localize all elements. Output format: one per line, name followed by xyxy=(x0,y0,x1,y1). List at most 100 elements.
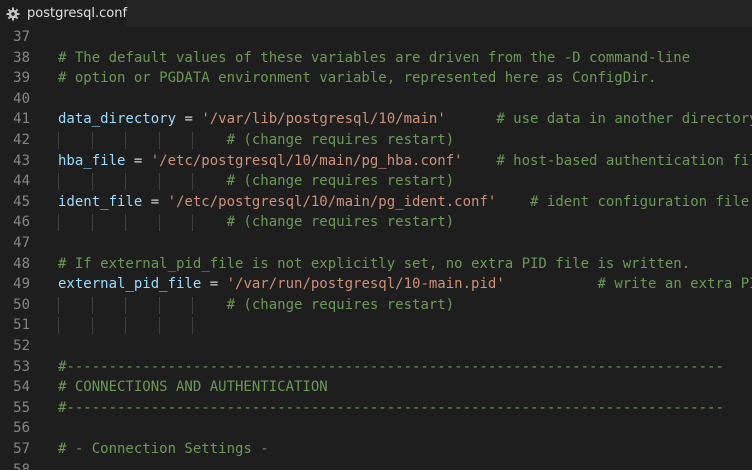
token-str: '/var/lib/postgresql/10/main' xyxy=(201,111,446,128)
code-line[interactable]: 45 ident_file = '/etc/postgresql/10/main/… xyxy=(0,192,752,213)
line-number: 37 xyxy=(13,29,30,45)
code-line[interactable]: 38 # The default values of these variable… xyxy=(0,48,752,69)
token-op: = xyxy=(142,193,168,210)
line-number: 43 xyxy=(13,152,30,169)
line-number: 50 xyxy=(13,296,30,313)
code-line[interactable]: 47 xyxy=(0,233,752,254)
token-op: = xyxy=(201,276,227,293)
code-line[interactable]: 39 # option or PGDATA environment variabl… xyxy=(0,68,752,89)
line-number: 57 xyxy=(13,441,30,457)
token-comment: # CONNECTIONS AND AUTHENTICATION xyxy=(58,379,328,396)
code-text: # option or PGDATA environment variable,… xyxy=(58,68,656,89)
code-line[interactable]: 44 # (change requires restart) xyxy=(0,171,752,192)
token-comment: # option or PGDATA environment variable,… xyxy=(58,70,657,87)
code-text: data_directory = '/var/lib/postgresql/10… xyxy=(58,109,752,130)
line-number: 56 xyxy=(13,420,30,437)
token-key: external_pid_file xyxy=(58,276,202,293)
token-str: '/etc/postgresql/10/main/pg_ident.conf' xyxy=(167,193,497,210)
code-line[interactable]: 57 # - Connection Settings - xyxy=(0,439,752,460)
line-number: 58 xyxy=(13,461,30,470)
line-number: 41 xyxy=(13,111,30,128)
token-str: '/var/run/postgresql/10-main.pid' xyxy=(226,276,505,293)
line-number: 39 xyxy=(13,70,30,87)
token-comment: # (change requires restart) xyxy=(226,214,455,231)
code-line[interactable]: 43 hba_file = '/etc/postgresql/10/main/pg… xyxy=(0,151,752,172)
token-comment: # write an extra PID file xyxy=(597,276,752,293)
token-comment: # The default values of these variables … xyxy=(58,49,691,66)
token-comment: # - Connection Settings - xyxy=(58,441,269,457)
token-key: hba_file xyxy=(58,152,126,169)
token-comment: # use data in another directory xyxy=(496,111,752,128)
code-text: # (change requires restart) xyxy=(58,295,455,316)
line-number: 44 xyxy=(13,173,30,190)
indent-guide xyxy=(92,317,93,335)
token-key: ident_file xyxy=(58,193,143,210)
line-number: 38 xyxy=(13,49,30,66)
line-number: 47 xyxy=(13,235,30,251)
token-comment: # ident configuration file xyxy=(530,193,750,210)
token-comment: # (change requires restart) xyxy=(226,296,455,313)
token-comment: # (change requires restart) xyxy=(226,173,455,190)
line-number: 52 xyxy=(13,338,30,354)
code-editor[interactable]: 37 38 # The default values of these variab… xyxy=(0,27,752,470)
line-number: 42 xyxy=(13,132,30,148)
token-comment: # host-based authentication file xyxy=(496,152,752,169)
code-line[interactable]: 42 # (change requires restart) xyxy=(0,130,752,151)
code-line[interactable]: 52 xyxy=(0,336,752,357)
line-number: 48 xyxy=(13,255,30,272)
token-key: data_directory xyxy=(58,111,177,128)
line-number: 46 xyxy=(13,214,30,231)
code-text: hba_file = '/etc/postgresql/10/main/pg_h… xyxy=(58,151,752,172)
indent-guide xyxy=(58,317,59,335)
tab-postgresql-conf[interactable]: postgresql.conf xyxy=(0,0,128,27)
code-line[interactable]: 56 xyxy=(0,418,752,439)
indent-guide xyxy=(159,317,160,335)
token-op: = xyxy=(125,152,151,169)
code-text: # The default values of these variables … xyxy=(58,48,690,69)
code-text: # - Connection Settings - xyxy=(58,439,269,460)
code-line[interactable]: 40 xyxy=(0,89,752,110)
token-str: '/etc/postgresql/10/main/pg_hba.conf' xyxy=(150,152,463,169)
token-comment: # (change requires restart) xyxy=(226,132,455,148)
line-number: 40 xyxy=(13,90,30,107)
code-text: ident_file = '/etc/postgresql/10/main/pg… xyxy=(58,192,749,213)
code-line[interactable]: 55 #-------------------------------------… xyxy=(0,398,752,419)
code-line[interactable]: 53 #-------------------------------------… xyxy=(0,357,752,378)
line-number: 45 xyxy=(13,193,30,210)
code-line[interactable]: 37 xyxy=(0,27,752,48)
indent-guide xyxy=(192,317,193,335)
code-line[interactable]: 50 # (change requires restart) xyxy=(0,295,752,316)
code-text: #---------------------------------------… xyxy=(58,357,724,378)
code-line[interactable]: 48 # If external_pid_file is not explicit… xyxy=(0,254,752,275)
token-op: = xyxy=(176,111,202,128)
tab-bar: postgresql.conf xyxy=(0,0,752,27)
line-number: 54 xyxy=(13,379,30,396)
tab-label: postgresql.conf xyxy=(27,6,128,21)
code-line[interactable]: 46 # (change requires restart) xyxy=(0,212,752,233)
code-line[interactable]: 58 xyxy=(0,460,752,470)
line-number: 53 xyxy=(13,358,30,375)
code-text: #---------------------------------------… xyxy=(58,398,724,419)
code-line[interactable]: 54 # CONNECTIONS AND AUTHENTICATION xyxy=(0,377,752,398)
line-number: 51 xyxy=(13,317,30,334)
code-line[interactable]: 41 data_directory = '/var/lib/postgresql/… xyxy=(0,109,752,130)
token-comment: #---------------------------------------… xyxy=(58,358,724,375)
token-comment: # If external_pid_file is not explicitly… xyxy=(58,255,691,272)
gear-icon xyxy=(6,7,20,21)
code-line[interactable]: 51 xyxy=(0,315,752,336)
code-text: # (change requires restart) xyxy=(58,212,455,233)
code-text: # (change requires restart) xyxy=(58,130,455,151)
code-text: # If external_pid_file is not explicitly… xyxy=(58,254,690,275)
code-line[interactable]: 49 external_pid_file = '/var/run/postgres… xyxy=(0,274,752,295)
token-comment: #---------------------------------------… xyxy=(58,399,724,416)
indent-guide xyxy=(125,317,126,335)
code-text: external_pid_file = '/var/run/postgresql… xyxy=(58,274,752,295)
